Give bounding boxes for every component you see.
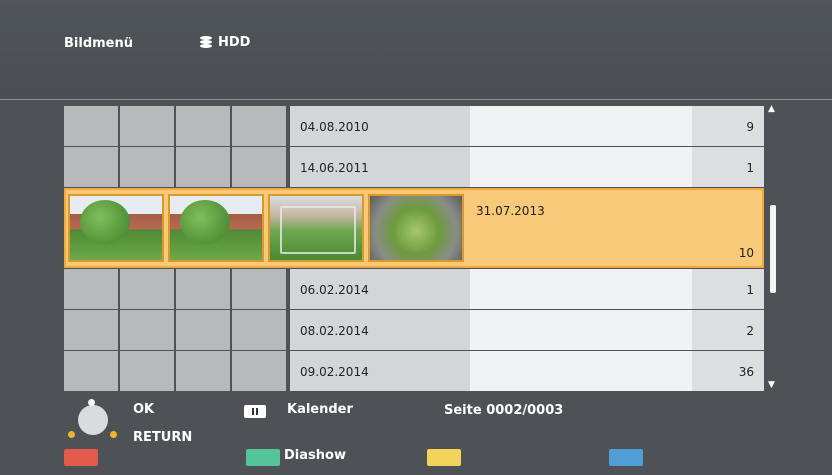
row-info: 04.08.2010 9 — [290, 106, 764, 146]
list-item[interactable]: 06.02.2014 1 — [64, 269, 764, 309]
row-count: 9 — [746, 120, 754, 134]
empty-thumbnail — [120, 269, 174, 309]
row-date: 04.08.2010 — [300, 120, 369, 134]
calendar-label: Kalender — [287, 402, 353, 417]
photo-thumbnail — [232, 351, 286, 391]
row-date: 06.02.2014 — [300, 283, 369, 297]
scroll-up-arrow-icon[interactable]: ▲ — [768, 104, 775, 114]
yellow-button[interactable] — [427, 449, 461, 466]
row-info: 08.02.2014 2 — [290, 310, 764, 350]
row-count: 36 — [738, 365, 754, 379]
empty-thumbnail — [232, 147, 286, 187]
row-count: 1 — [746, 283, 754, 297]
empty-thumbnail — [176, 269, 230, 309]
row-date: 14.06.2011 — [300, 161, 369, 175]
scroll-down-arrow-icon[interactable]: ▼ — [768, 380, 775, 390]
row-count: 10 — [738, 246, 754, 260]
red-button[interactable] — [64, 449, 98, 466]
thumbnail-strip — [64, 106, 288, 146]
photo-thumbnail — [268, 194, 364, 262]
row-info: 06.02.2014 1 — [290, 269, 764, 309]
photo-thumbnail — [120, 310, 174, 350]
row-date: 09.02.2014 — [300, 365, 369, 379]
return-label: RETURN — [133, 430, 193, 445]
list-item[interactable]: 04.08.2010 9 — [64, 106, 764, 146]
blue-button[interactable] — [609, 449, 643, 466]
row-info: 14.06.2011 1 — [290, 147, 764, 187]
database-icon — [200, 36, 212, 49]
photo-thumbnail — [64, 310, 118, 350]
row-date: 31.07.2013 — [476, 204, 545, 218]
list-item[interactable]: 14.06.2011 1 — [64, 147, 764, 187]
thumbnail-strip — [64, 310, 288, 350]
navigation-pad-icon — [68, 399, 117, 441]
list-item[interactable]: 08.02.2014 2 — [64, 310, 764, 350]
photo-thumbnail — [368, 194, 464, 262]
photo-thumbnail — [64, 269, 118, 309]
empty-thumbnail — [232, 269, 286, 309]
empty-thumbnail — [120, 147, 174, 187]
header: Bildmenü HDD — [0, 0, 832, 100]
photo-thumbnail — [64, 351, 118, 391]
photo-thumbnail — [120, 106, 174, 146]
empty-thumbnail — [232, 310, 286, 350]
page-indicator: Seite 0002/0003 — [444, 403, 564, 418]
photo-thumbnail — [64, 147, 118, 187]
photo-thumbnail — [120, 351, 174, 391]
thumbnail-strip — [64, 351, 288, 391]
pause-icon — [244, 405, 266, 418]
ok-label: OK — [133, 402, 155, 417]
list-item-selected[interactable]: 31.07.2013 10 — [64, 188, 764, 268]
row-info: 09.02.2014 36 — [290, 351, 764, 391]
row-count: 1 — [746, 161, 754, 175]
photo-thumbnail — [176, 106, 230, 146]
photo-thumbnail — [232, 106, 286, 146]
photo-date-list: 04.08.2010 9 14.06.2011 1 31.07.2013 10 — [64, 106, 764, 396]
source-label: HDD — [218, 35, 251, 50]
list-item[interactable]: 09.02.2014 36 — [64, 351, 764, 391]
empty-thumbnail — [176, 147, 230, 187]
scrollbar-thumb[interactable] — [770, 205, 776, 293]
photo-thumbnail — [64, 106, 118, 146]
row-count: 2 — [746, 324, 754, 338]
photo-thumbnail — [168, 194, 264, 262]
green-button[interactable] — [246, 449, 280, 466]
slideshow-label: Diashow — [284, 448, 346, 463]
page-title: Bildmenü — [64, 36, 133, 51]
thumbnail-strip — [64, 147, 288, 187]
row-date: 08.02.2014 — [300, 324, 369, 338]
empty-thumbnail — [176, 310, 230, 350]
photo-thumbnail — [68, 194, 164, 262]
thumbnail-strip — [64, 269, 288, 309]
source-indicator: HDD — [200, 35, 250, 50]
photo-thumbnail — [176, 351, 230, 391]
